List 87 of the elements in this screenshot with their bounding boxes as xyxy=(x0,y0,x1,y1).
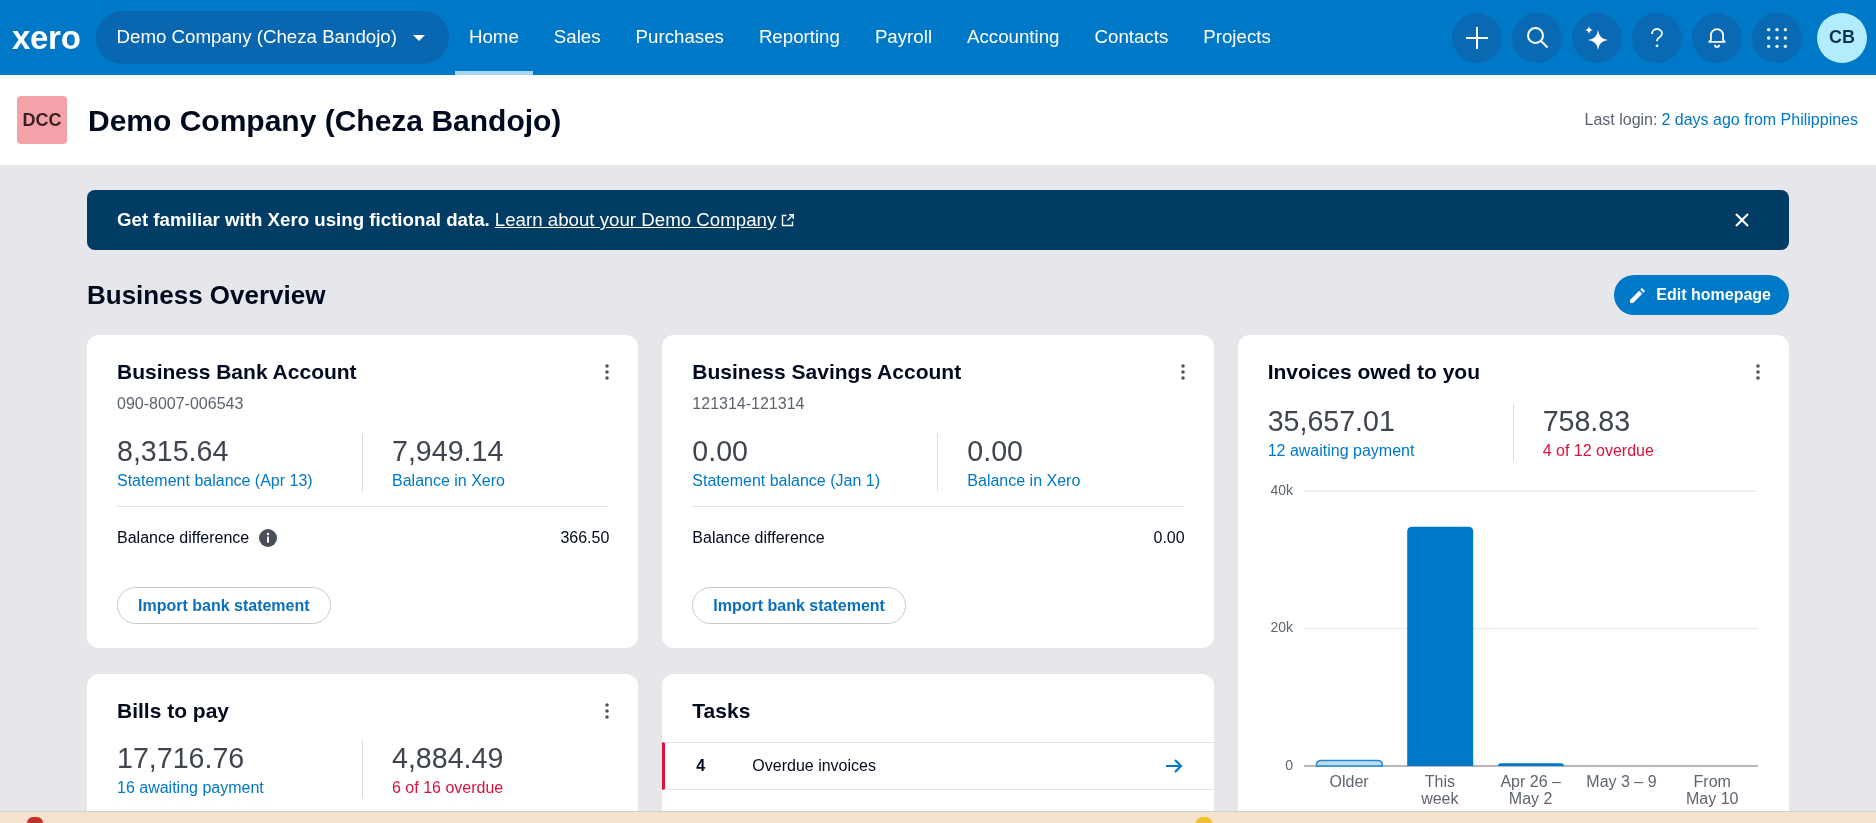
bar xyxy=(1315,759,1383,767)
organisation-badge: DCC xyxy=(17,96,67,144)
amount: 17,716.76 xyxy=(117,741,246,775)
nav-tab[interactable]: Sales xyxy=(539,0,615,75)
arrow-right-icon xyxy=(1165,758,1183,774)
figure-link[interactable]: 12 awaiting payment xyxy=(1267,441,1513,461)
organisation-switcher[interactable]: Demo Company (Cheza Bandojo) xyxy=(95,11,449,64)
section-title: Business Overview xyxy=(87,278,326,312)
external-link-icon xyxy=(781,213,795,227)
banner-text: Get familiar with Xero using fictional data. xyxy=(117,207,490,232)
figure-link[interactable]: 16 awaiting payment xyxy=(117,778,362,798)
figure-link[interactable]: Statement balance (Jan 1) xyxy=(692,471,938,491)
close-icon xyxy=(1735,213,1749,227)
nav-tab[interactable]: Projects xyxy=(1189,0,1285,75)
balance-difference-value: 0.00 xyxy=(1153,528,1185,548)
nav-tab[interactable]: Purchases xyxy=(621,0,738,75)
figure-link[interactable]: Statement balance (Apr 13) xyxy=(117,471,362,491)
y-axis-label: 0 xyxy=(1284,756,1293,770)
amount: 0.00 xyxy=(692,434,749,468)
sparkle-icon xyxy=(1585,25,1609,50)
pencil-icon xyxy=(1630,287,1646,303)
more-options-button[interactable] xyxy=(605,364,610,380)
amount: 7,949.14 xyxy=(392,434,505,468)
bell-icon xyxy=(1708,27,1726,48)
card-title: Business Savings Account xyxy=(692,359,962,385)
nav-tab[interactable]: Accounting xyxy=(953,0,1074,75)
balance-difference-label: Balance difference xyxy=(117,528,250,548)
plus-icon xyxy=(1466,26,1488,49)
x-axis-label: This week xyxy=(1420,773,1460,807)
y-axis-label: 40k xyxy=(1270,481,1293,498)
avatar-button[interactable]: CB xyxy=(1817,12,1867,63)
amount: 8,315.64 xyxy=(117,434,230,468)
task-row[interactable]: 4 Overdue invoices xyxy=(662,742,1214,790)
search-button[interactable] xyxy=(1512,12,1562,63)
x-axis-label: May 3 – 9 xyxy=(1586,773,1657,792)
close-button[interactable] xyxy=(1735,213,1749,227)
assistant-button[interactable] xyxy=(1572,12,1622,63)
bar xyxy=(1497,763,1564,766)
figure-link[interactable]: 6 of 16 overdue xyxy=(392,778,504,798)
taskbar-icon[interactable] xyxy=(27,817,43,823)
amount: 35,657.01 xyxy=(1267,404,1396,438)
apps-button[interactable] xyxy=(1752,12,1802,63)
card-title: Invoices owed to you xyxy=(1267,359,1481,385)
edit-homepage-button[interactable]: Edit homepage xyxy=(1614,275,1789,315)
figure-link[interactable]: Balance in Xero xyxy=(967,471,1081,491)
add-button[interactable] xyxy=(1452,12,1502,63)
more-options-button[interactable] xyxy=(605,703,610,719)
figure-link[interactable]: Balance in Xero xyxy=(392,471,505,491)
more-options-button[interactable] xyxy=(1756,364,1760,380)
help-icon xyxy=(1651,27,1663,48)
account-number: 090-8007-006543 xyxy=(117,394,245,414)
account-number: 121314-121314 xyxy=(692,394,806,414)
amount: 0.00 xyxy=(967,434,1024,468)
caret-down-icon xyxy=(412,34,425,41)
kebab-icon xyxy=(605,703,610,719)
nav-tab[interactable]: Reporting xyxy=(744,0,854,75)
task-label: Overdue invoices xyxy=(752,756,876,776)
card-title: Bills to pay xyxy=(117,698,230,724)
y-axis-label: 20k xyxy=(1270,619,1293,636)
balance-difference-value: 366.50 xyxy=(560,528,610,548)
nav-tab[interactable]: Contacts xyxy=(1080,0,1183,75)
grid-icon xyxy=(1767,27,1787,48)
more-options-button[interactable] xyxy=(1180,364,1185,380)
kebab-icon xyxy=(1756,364,1760,380)
import-statement-button[interactable]: Import bank statement xyxy=(117,587,331,624)
last-login-link[interactable]: 2 days ago from Philippines xyxy=(1661,108,1858,132)
balance-difference-label: Balance difference xyxy=(692,528,825,548)
card-title: Business Bank Account xyxy=(117,359,357,385)
figure-link[interactable]: 4 of 12 overdue xyxy=(1542,441,1654,461)
x-axis-label: From May 10 xyxy=(1685,773,1740,807)
notifications-button[interactable] xyxy=(1692,12,1742,63)
logo[interactable]: xero xyxy=(12,21,81,54)
amount: 758.83 xyxy=(1542,404,1632,438)
card-title: Tasks xyxy=(692,698,751,724)
search-icon xyxy=(1526,27,1548,48)
kebab-icon xyxy=(605,364,610,380)
task-count: 4 xyxy=(696,756,707,776)
amount: 4,884.49 xyxy=(392,741,504,775)
x-axis-label: Apr 26 – May 2 xyxy=(1499,773,1562,807)
page-title: Demo Company (Cheza Bandojo) xyxy=(88,102,562,139)
x-axis-label: Older xyxy=(1329,773,1369,792)
info-icon[interactable] xyxy=(259,529,278,547)
nav-tab[interactable]: Payroll xyxy=(860,0,947,75)
import-statement-button[interactable]: Import bank statement xyxy=(692,587,906,624)
last-login-label: Last login: xyxy=(1584,110,1658,130)
banner-link[interactable]: Learn about your Demo Company xyxy=(494,205,777,234)
kebab-icon xyxy=(1180,364,1185,380)
